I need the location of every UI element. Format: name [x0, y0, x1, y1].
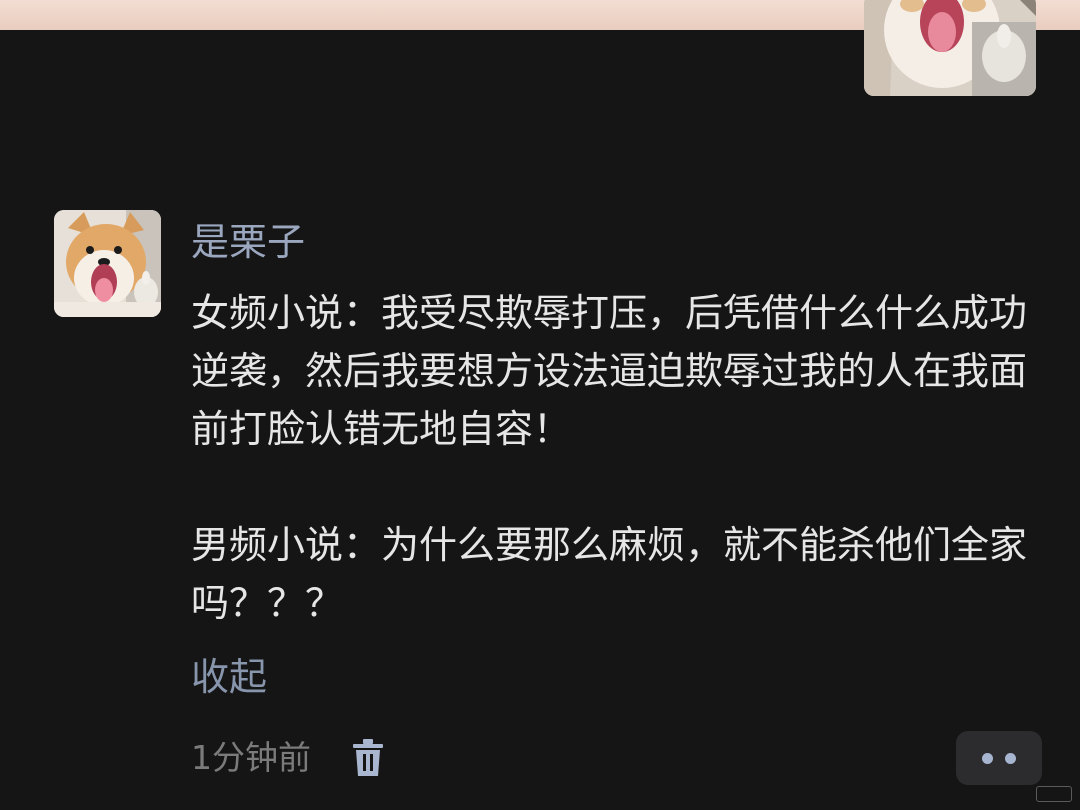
shiba-dog-thumbnail [864, 0, 1036, 96]
comment-paragraph-1: 女频小说：我受尽欺辱打压，后凭借什么什么成功逆袭，然后我要想方设法逼迫欺辱过我的… [191, 291, 1028, 451]
comment-screen: 是栗子 女频小说：我受尽欺辱打压，后凭借什么什么成功逆袭，然后我要想方设法逼迫欺… [0, 0, 1080, 810]
trash-icon [353, 739, 383, 776]
more-dots-icon [982, 753, 993, 764]
comment-text: 女频小说：我受尽欺辱打压，后凭借什么什么成功逆袭，然后我要想方设法逼迫欺辱过我的… [191, 284, 1031, 632]
more-options-button[interactable] [956, 731, 1042, 785]
comment-timestamp: 1分钟前 [191, 738, 311, 777]
comment-username[interactable]: 是栗子 [191, 214, 305, 270]
more-dots-icon [1005, 753, 1016, 764]
avatar[interactable] [54, 210, 161, 317]
comment-paragraph-2: 男频小说：为什么要那么麻烦，就不能杀他们全家吗？？？ [191, 523, 1028, 625]
collapse-button[interactable]: 收起 [191, 648, 267, 706]
watermark-logo [1036, 786, 1072, 802]
delete-button[interactable] [350, 738, 386, 778]
